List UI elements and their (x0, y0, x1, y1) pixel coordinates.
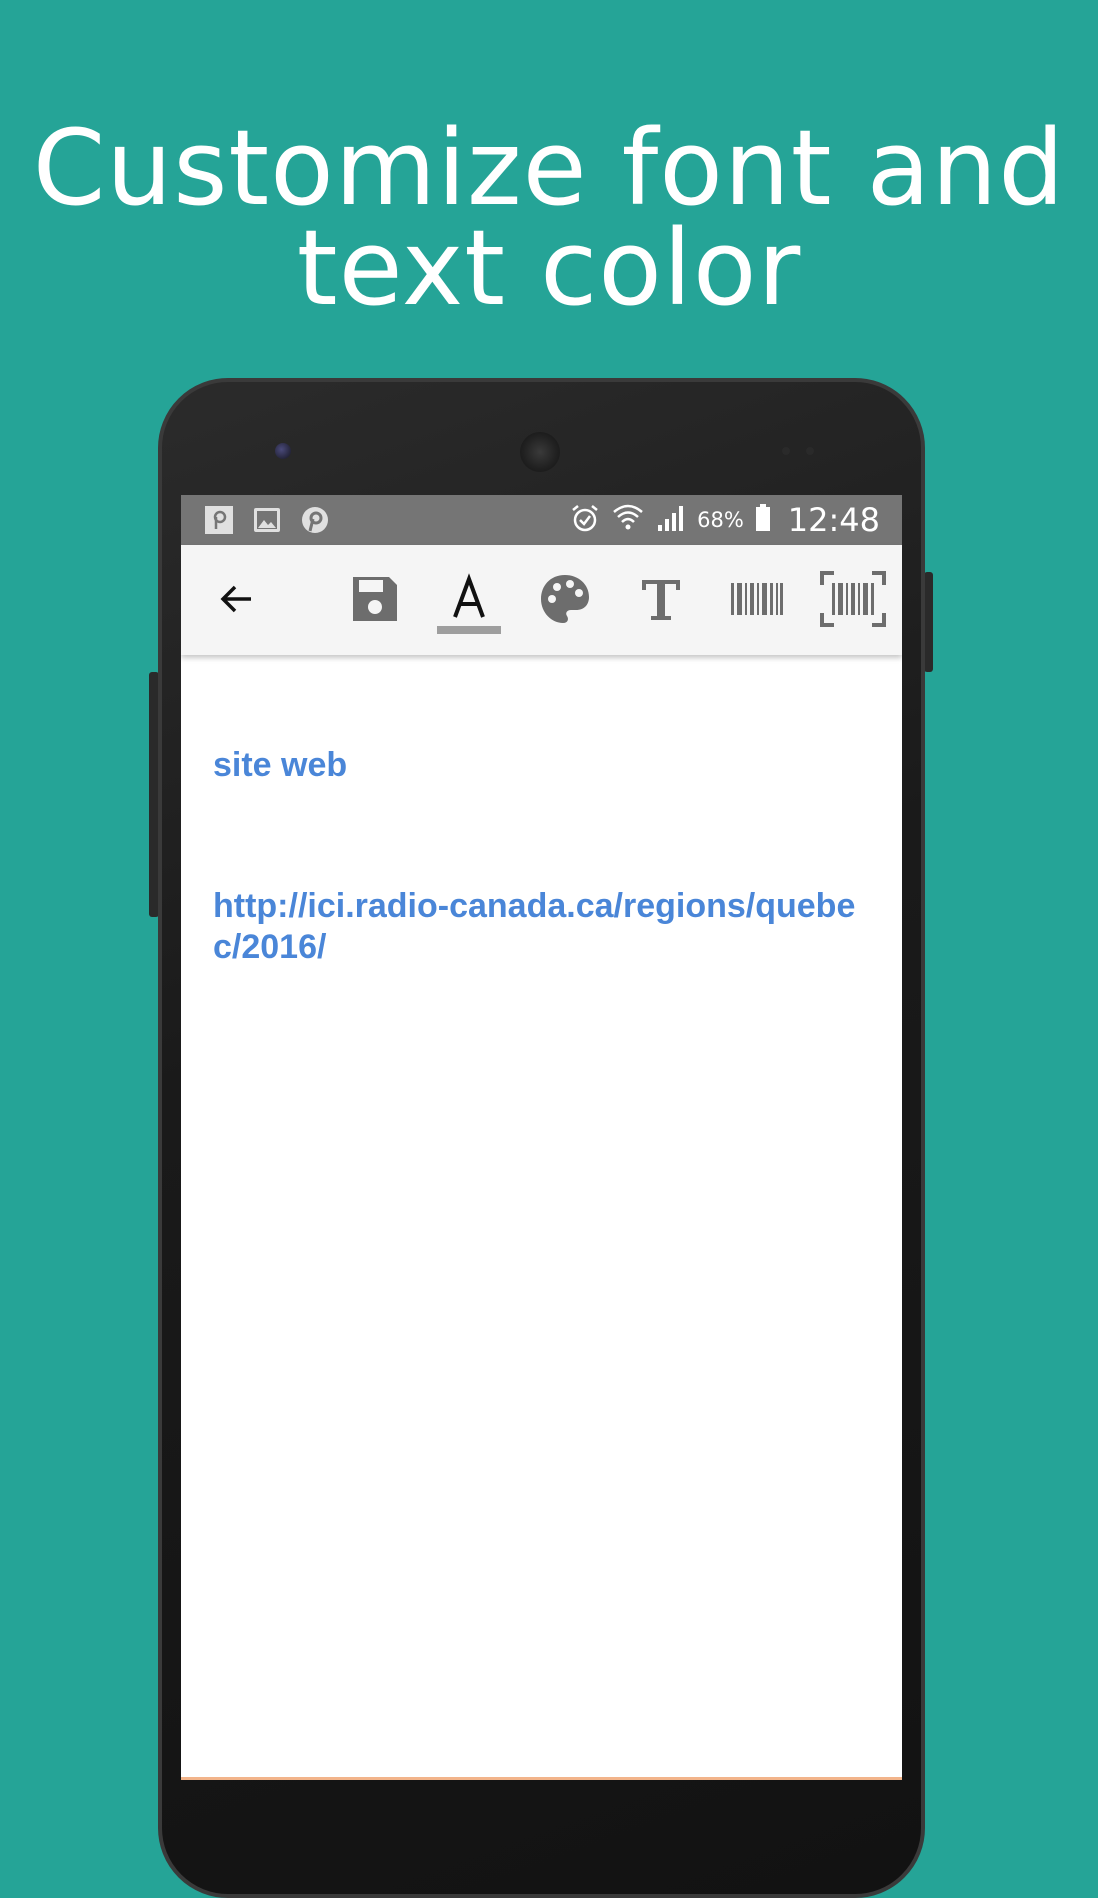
document-url: http://ici.radio-canada.ca/regions/quebe… (213, 887, 856, 966)
front-camera (275, 443, 291, 459)
barcode-button[interactable] (721, 563, 793, 635)
light-sensor (806, 447, 814, 455)
document-line-1: site web (213, 746, 348, 784)
palette-icon (541, 575, 589, 623)
barcode-scan-button[interactable] (817, 563, 889, 635)
wifi-icon (611, 502, 645, 538)
active-tab-indicator (437, 626, 501, 634)
pinterest-icon (299, 505, 331, 535)
headline-line-1: Customize font and (32, 107, 1066, 229)
save-icon (353, 577, 397, 621)
text-font-button[interactable] (433, 563, 505, 635)
text-font-icon (453, 573, 485, 618)
barcode-icon (731, 583, 783, 615)
text-style-icon (642, 580, 680, 620)
palette-button[interactable] (529, 563, 601, 635)
battery-icon (754, 503, 772, 537)
editor-toolbar (181, 545, 902, 655)
barcode-scan-icon (820, 571, 886, 627)
status-bar: 68% 12:48 (181, 495, 902, 545)
text-style-button[interactable] (625, 563, 697, 635)
back-button[interactable] (201, 563, 273, 635)
alarm-icon (569, 502, 601, 538)
earpiece-speaker (520, 432, 560, 472)
screen-bottom-edge (181, 1777, 902, 1780)
power-button (924, 572, 933, 672)
image-icon (251, 505, 283, 535)
save-button[interactable] (339, 563, 411, 635)
headline: Customize font and text color (0, 107, 1098, 329)
battery-percent: 68% (697, 508, 744, 532)
headline-line-2: text color (296, 207, 802, 329)
proximity-sensor (782, 447, 790, 455)
status-time: 12:48 (787, 501, 880, 539)
signal-icon (655, 503, 687, 537)
phone-screen: 68% 12:48 site web http://ici.radio-cana… (181, 495, 902, 1778)
pinterest-p-icon (203, 505, 235, 535)
back-arrow-icon (220, 585, 251, 613)
